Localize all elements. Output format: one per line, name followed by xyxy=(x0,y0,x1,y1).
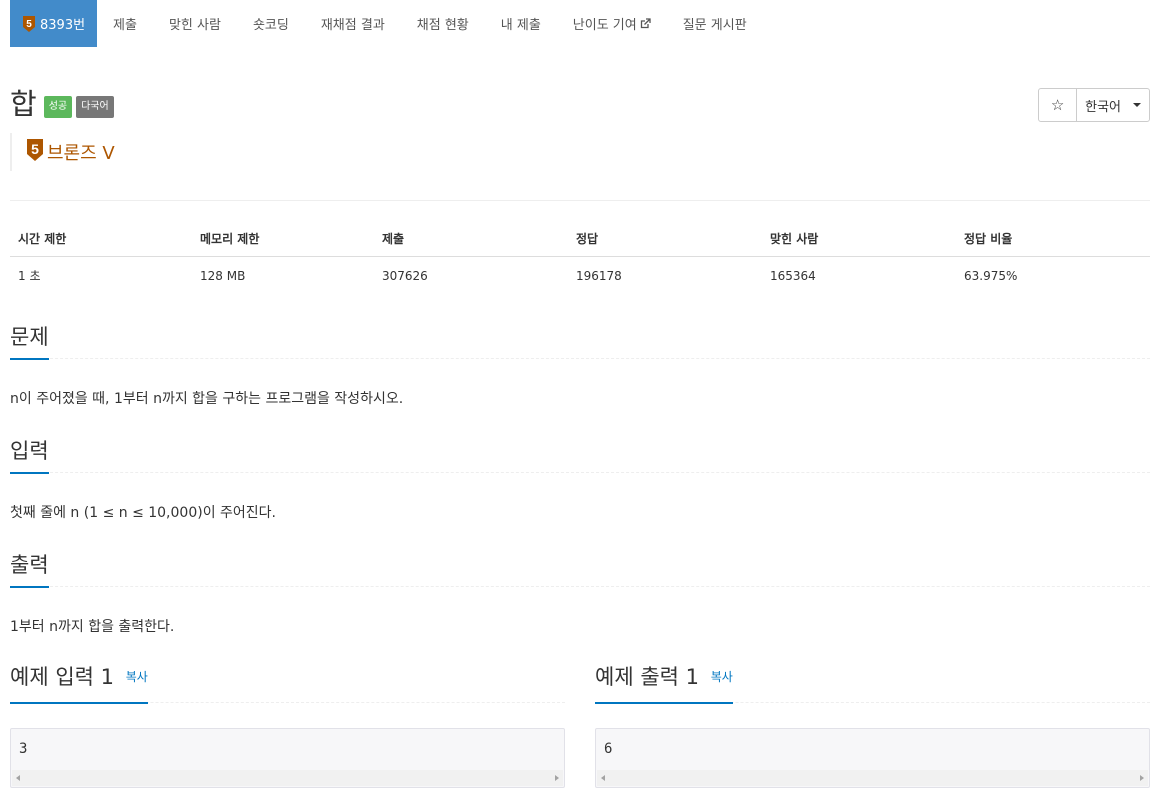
problem-heading: 문제 xyxy=(10,324,49,360)
menu-my-submissions[interactable]: 내 제출 xyxy=(485,0,557,47)
language-dropdown[interactable]: 한국어 xyxy=(1077,89,1149,121)
copy-sample-input-button[interactable]: 복사 xyxy=(126,670,148,684)
problem-description: n이 주어졌을 때, 1부터 n까지 합을 구하는 프로그램을 작성하시오. xyxy=(10,391,404,407)
menu-status[interactable]: 채점 현황 xyxy=(401,0,485,47)
sample-output-header: 예제 출력 1 복사 xyxy=(595,662,1150,704)
output-section: 출력 1부터 n까지 합을 출력한다. xyxy=(10,551,1150,637)
divider xyxy=(10,200,1150,201)
sample-input-section: 예제 입력 1 복사 3 xyxy=(10,662,565,788)
table-row: 1 초 128 MB 307626 196178 165364 63.975% xyxy=(10,257,1150,295)
input-section: 입력 첫째 줄에 n (1 ≤ n ≤ 10,000)이 주어진다. xyxy=(10,437,1150,523)
td-solved-users: 165364 xyxy=(770,268,816,283)
th-accepted: 정답 xyxy=(568,220,762,257)
sample-output-content: 6 xyxy=(604,741,613,757)
menu-submit[interactable]: 제출 xyxy=(97,0,153,47)
caret-down-icon xyxy=(1133,103,1141,107)
bronze-tier-icon: 5 xyxy=(22,15,36,32)
scroll-right-icon[interactable] xyxy=(1140,775,1144,781)
menu-solved-users[interactable]: 맞힌 사람 xyxy=(153,0,237,47)
problem-title-row: 합 성공 다국어 xyxy=(10,86,114,122)
input-description: 첫째 줄에 n (1 ≤ n ≤ 10,000)이 주어진다. xyxy=(10,505,276,521)
table-header-row: 시간 제한 메모리 제한 제출 정답 맞힌 사람 정답 비율 xyxy=(10,220,1150,257)
output-section-header: 출력 xyxy=(10,551,1150,588)
menu-short-coding[interactable]: 숏코딩 xyxy=(237,0,305,47)
sample-input-title: 예제 입력 1 xyxy=(10,665,114,689)
multilang-badge: 다국어 xyxy=(76,96,114,118)
th-solved-users: 맞힌 사람 xyxy=(762,220,956,257)
tier-name[interactable]: 브론즈 V xyxy=(47,139,115,165)
th-submissions: 제출 xyxy=(374,220,568,257)
sample-input-header: 예제 입력 1 복사 xyxy=(10,662,565,704)
page-title: 합 xyxy=(10,87,37,121)
sample-output-box[interactable]: 6 xyxy=(595,728,1150,788)
td-accept-ratio: 63.975% xyxy=(964,268,1018,283)
input-section-header: 입력 xyxy=(10,437,1150,474)
output-description: 1부터 n까지 합을 출력한다. xyxy=(10,619,175,635)
th-time-limit: 시간 제한 xyxy=(10,220,192,257)
output-heading: 출력 xyxy=(10,552,49,588)
problem-info-table: 시간 제한 메모리 제한 제출 정답 맞힌 사람 정답 비율 1 초 128 M… xyxy=(10,220,1150,294)
horizontal-scrollbar[interactable] xyxy=(12,770,563,786)
th-accept-ratio: 정답 비율 xyxy=(956,220,1150,257)
svg-text:5: 5 xyxy=(31,141,39,157)
menu-question-board[interactable]: 질문 게시판 xyxy=(667,0,763,47)
star-icon: ☆ xyxy=(1050,96,1065,114)
th-memory-limit: 메모리 제한 xyxy=(192,220,374,257)
sample-output-title: 예제 출력 1 xyxy=(595,665,699,689)
scroll-left-icon[interactable] xyxy=(16,775,20,781)
menu-difficulty-label: 난이도 기여 xyxy=(572,18,637,33)
problem-section: 문제 n이 주어졌을 때, 1부터 n까지 합을 구하는 프로그램을 작성하시오… xyxy=(10,323,1150,409)
star-button[interactable]: ☆ xyxy=(1039,89,1078,121)
sample-input-box[interactable]: 3 xyxy=(10,728,565,788)
td-time-limit: 1 초 xyxy=(18,269,41,283)
sample-output-heading: 예제 출력 1 복사 xyxy=(595,663,733,704)
problem-menu: 5 8393번 제출 맞힌 사람 숏코딩 재채점 결과 채점 현황 내 제출 난… xyxy=(10,0,763,47)
sample-input-heading: 예제 입력 1 복사 xyxy=(10,663,148,704)
input-heading: 입력 xyxy=(10,438,49,474)
scroll-left-icon[interactable] xyxy=(601,775,605,781)
external-link-icon xyxy=(640,18,651,29)
td-accepted: 196178 xyxy=(576,268,622,283)
td-submissions: 307626 xyxy=(382,268,428,283)
bronze-tier-icon: 5 xyxy=(26,139,44,165)
copy-sample-output-button[interactable]: 복사 xyxy=(711,670,733,684)
menu-rejudge-results[interactable]: 재채점 결과 xyxy=(305,0,401,47)
menu-difficulty-contribution[interactable]: 난이도 기여 xyxy=(557,0,667,47)
horizontal-scrollbar[interactable] xyxy=(597,770,1148,786)
language-label: 한국어 xyxy=(1085,99,1121,115)
sample-input-content: 3 xyxy=(19,741,28,757)
svg-text:5: 5 xyxy=(26,19,32,30)
status-badge-success: 성공 xyxy=(43,96,73,118)
scroll-right-icon[interactable] xyxy=(555,775,559,781)
tier-info: 5 브론즈 V xyxy=(10,133,115,171)
menu-problem-number-label: 8393번 xyxy=(40,18,86,33)
td-memory-limit: 128 MB xyxy=(200,268,246,283)
problem-toolbar: ☆ 한국어 xyxy=(1038,88,1150,122)
menu-problem-number[interactable]: 5 8393번 xyxy=(10,0,98,47)
problem-section-header: 문제 xyxy=(10,323,1150,360)
sample-output-section: 예제 출력 1 복사 6 xyxy=(595,662,1150,788)
